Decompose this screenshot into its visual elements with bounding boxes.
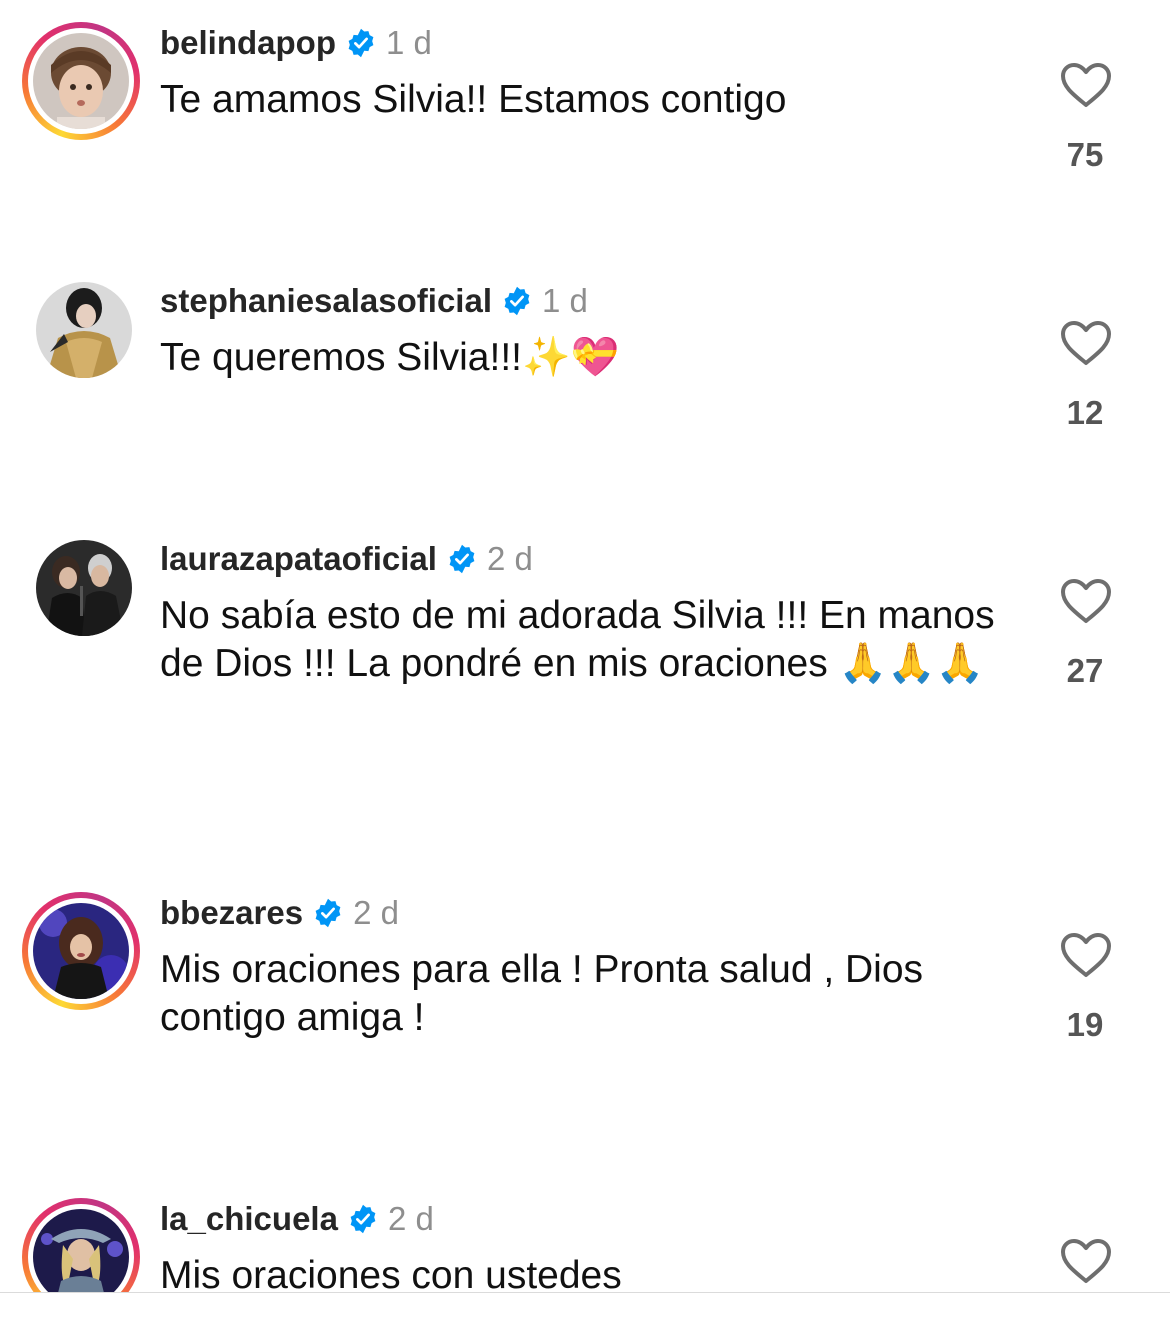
comment-text: No sabía esto de mi adorada Silvia !!! E… [160, 594, 1006, 685]
heart-icon[interactable] [1060, 320, 1112, 366]
avatar[interactable] [22, 22, 140, 140]
verified-badge-icon [313, 898, 343, 928]
like-count[interactable]: 27 [1040, 652, 1130, 690]
comment-username[interactable]: la_chicuela [160, 1200, 338, 1238]
comment-username[interactable]: bbezares [160, 894, 303, 932]
comment-list: belindapop 1 d Te amamos Silvia!! Estamo… [0, 0, 1170, 1292]
avatar[interactable] [22, 526, 140, 644]
comment-timestamp: 1 d [386, 24, 432, 61]
avatar[interactable] [22, 1198, 140, 1292]
comment-text: Te queremos Silvia!!!✨💝 [160, 336, 620, 379]
child-portrait-avatar-icon [33, 33, 129, 129]
heart-icon[interactable] [1060, 932, 1112, 978]
gold-outfit-portrait-avatar-icon [36, 282, 132, 378]
comment-username[interactable]: laurazapataoficial [160, 540, 437, 578]
avatar[interactable] [22, 268, 140, 386]
comment-timestamp: 2 d [353, 894, 399, 931]
comment-timestamp: 2 d [387, 1200, 434, 1237]
bottom-divider [0, 1292, 1170, 1293]
heart-icon[interactable] [1060, 578, 1112, 624]
verified-badge-icon [502, 286, 532, 316]
singer-stage-avatar-icon [33, 903, 129, 999]
verified-badge-icon [447, 544, 477, 574]
comment-text: Te amamos Silvia!! Estamos contigo [160, 78, 787, 121]
like-count[interactable]: 75 [1040, 136, 1130, 174]
couple-portrait-avatar-icon [36, 540, 132, 636]
like-count[interactable]: 19 [1040, 1006, 1130, 1044]
comment-timestamp: 1 d [541, 282, 588, 319]
verified-badge-icon [348, 1204, 378, 1234]
verified-badge-icon [346, 28, 376, 58]
comment-timestamp: 2 d [486, 540, 533, 577]
like-count[interactable]: 12 [1040, 394, 1130, 432]
avatar[interactable] [22, 892, 140, 1010]
comment-username[interactable]: stephaniesalasoficial [160, 282, 492, 320]
heart-icon[interactable] [1060, 62, 1112, 108]
comment-text: Mis oraciones con ustedes [160, 1254, 622, 1292]
comment-username[interactable]: belindapop [160, 24, 336, 62]
heart-icon[interactable] [1060, 1238, 1112, 1284]
comment-text: Mis oraciones para ella ! Pronta salud ,… [160, 948, 934, 1039]
